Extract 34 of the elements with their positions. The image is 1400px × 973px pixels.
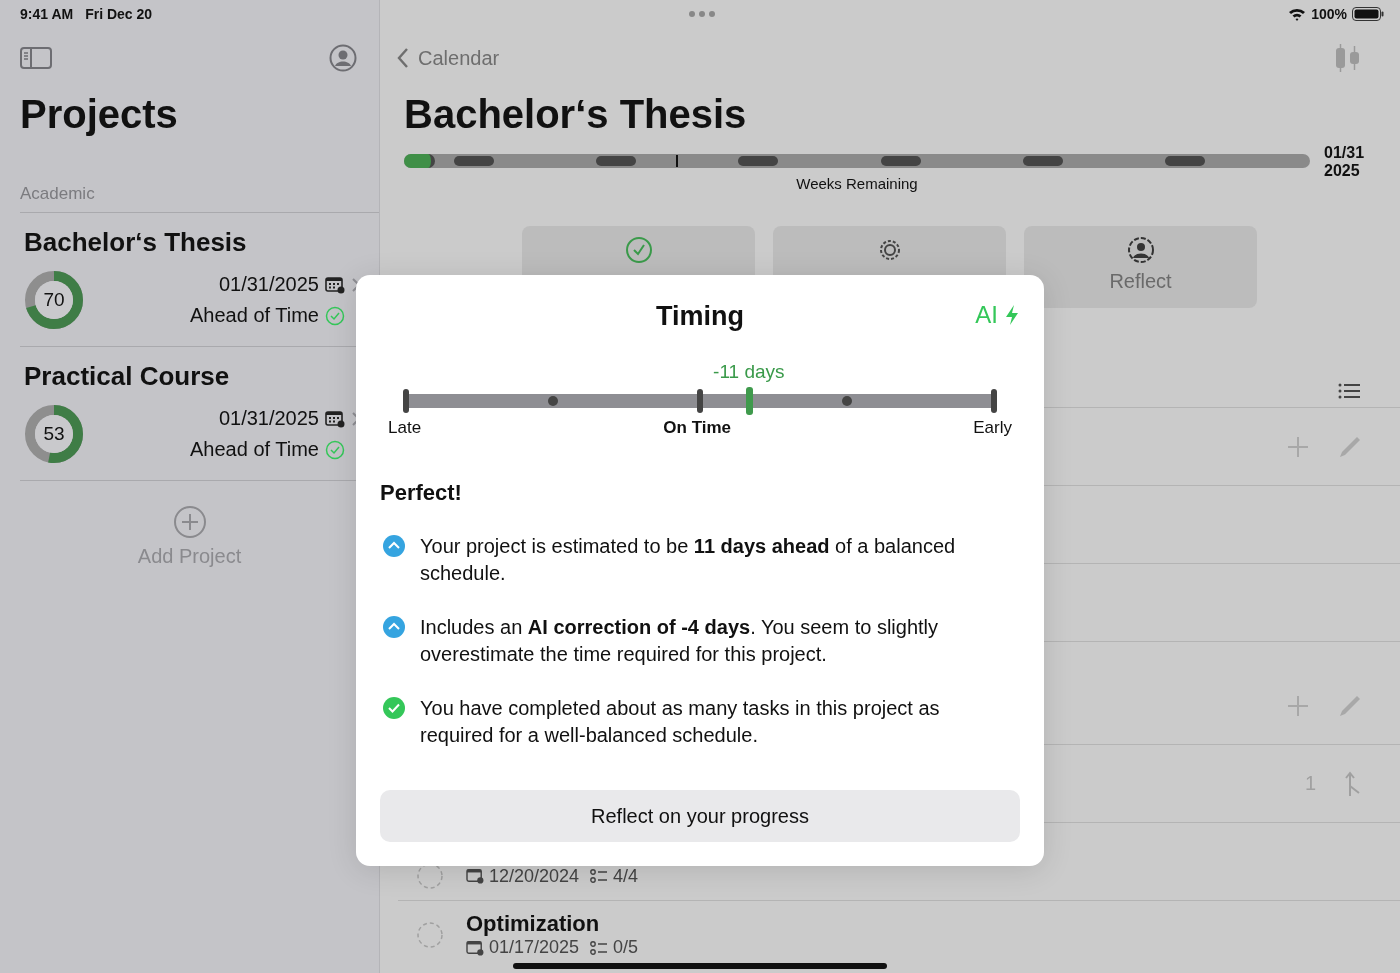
explanation-text: Includes an AI correction of -4 days. You seem to slightly overestimate the time required for this project. [420, 615, 940, 667]
add-project-label[interactable]: Add Project [137, 545, 242, 568]
status-date: Fri Dec 20 [85, 6, 153, 22]
status-time: 9:41 AM [20, 6, 74, 22]
task-date: 01/17/2025 [489, 937, 580, 958]
dialog-title: Timing [656, 300, 744, 332]
offset-label: -11 days [713, 361, 785, 383]
scale-label: Early [973, 418, 1012, 438]
project-name: Practical Course [24, 361, 231, 392]
end-year: 2025 [1324, 162, 1361, 180]
task-count: 4/4 [613, 865, 639, 887]
ai-badge[interactable]: AI [975, 301, 1020, 329]
task-count: 0/5 [613, 937, 639, 958]
end-date: 01/31 [1324, 144, 1365, 162]
due-date: 01/31/2025 [218, 273, 319, 296]
section-header: Academic [20, 184, 379, 213]
back-button[interactable]: Calendar [396, 46, 500, 70]
sidebar-title: Projects [20, 92, 179, 138]
due-date: 01/31/2025 [218, 407, 319, 430]
task-date: 12/20/2024 [489, 865, 580, 887]
reflect-button[interactable]: Reflect on your progress [380, 790, 1020, 842]
timeline-caption: Weeks Remaining [795, 175, 919, 192]
project-title: Bachelor‘s Thesis [404, 92, 748, 138]
explanation-text: Your project is estimated to be 11 days ahead of a balanced schedule. [420, 534, 957, 586]
status-label: Ahead of Time [190, 304, 319, 327]
project-name: Bachelor‘s Thesis [24, 227, 248, 258]
result-heading: Perfect! [380, 480, 463, 506]
battery-percent: 100% [1311, 6, 1347, 22]
action-tile[interactable]: Reflect [1024, 226, 1257, 308]
explanation-text: You have completed about as many tasks in this project as required for a well-balanced schedule. [420, 696, 941, 748]
status-label: Ahead of Time [190, 438, 319, 461]
task-title: Optimization [466, 911, 601, 937]
scale-label: On Time [663, 418, 732, 438]
scale-label: Late [388, 418, 422, 438]
